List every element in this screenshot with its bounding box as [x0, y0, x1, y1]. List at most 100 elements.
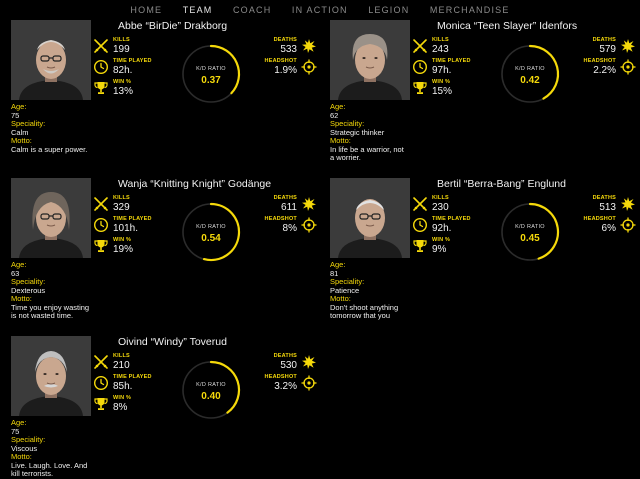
win-pct-label: WIN % — [113, 79, 132, 85]
kills-value: 243 — [432, 44, 449, 55]
time-played-label: TIME PLAYED — [432, 216, 471, 222]
nav-merchandise[interactable]: MERCHANDISE — [430, 4, 510, 16]
portrait-man-glasses — [330, 178, 410, 258]
kd-ratio-label: K/D RATIO — [196, 382, 226, 388]
crossed-swords-icon — [93, 196, 109, 212]
clock-icon — [93, 375, 109, 391]
kd-ratio-label: K/D RATIO — [515, 224, 545, 230]
motto-value: Time you enjoy wasting is not wasted tim… — [11, 302, 90, 320]
time-played-label: TIME PLAYED — [113, 374, 152, 380]
crossed-swords-icon — [93, 38, 109, 54]
player-photo — [11, 178, 91, 258]
kd-ratio-value: 0.54 — [201, 233, 221, 244]
player-name: Abbe “BirDie” Drakborg — [118, 20, 228, 32]
crosshair-icon — [301, 217, 317, 233]
headshot-label: HEADSHOT — [583, 216, 616, 222]
player-name: Monica “Teen Slayer” Idenfors — [437, 20, 578, 32]
crosshair-icon — [620, 59, 636, 75]
kd-ratio-value: 0.40 — [201, 391, 221, 402]
deaths-value: 513 — [599, 202, 616, 213]
kd-gauge-arc — [528, 44, 560, 100]
player-photo — [330, 178, 410, 258]
kd-ratio-value: 0.45 — [520, 233, 540, 244]
headshot-value: 8% — [282, 223, 297, 234]
explosion-icon — [301, 38, 317, 54]
time-played-label: TIME PLAYED — [113, 216, 152, 222]
headshot-label: HEADSHOT — [264, 216, 297, 222]
win-pct-label: WIN % — [432, 237, 451, 243]
portrait-woman-short-hair — [330, 20, 410, 100]
player-card-2: Age: 62 Speciality: Strategic thinker Mo… — [330, 20, 636, 170]
age-label: Age: — [11, 418, 27, 427]
kd-ratio-value: 0.42 — [520, 75, 540, 86]
time-played-label: TIME PLAYED — [113, 58, 152, 64]
deaths-value: 530 — [280, 360, 297, 371]
headshot-label: HEADSHOT — [583, 58, 616, 64]
crossed-swords-icon — [412, 196, 428, 212]
headshot-value: 1.9% — [274, 65, 297, 76]
deaths-label: DEATHS — [273, 37, 297, 43]
nav-team[interactable]: TEAM — [183, 4, 213, 16]
age-label: Age: — [330, 260, 346, 269]
trophy-icon — [412, 80, 428, 96]
motto-value: Don't shoot anything tomorrow that you — [330, 302, 399, 320]
player-name: Oivind “Windy” Toverud — [118, 336, 227, 348]
headshot-label: HEADSHOT — [264, 58, 297, 64]
nav-in-action[interactable]: IN ACTION — [292, 4, 348, 16]
deaths-label: DEATHS — [273, 353, 297, 359]
kd-ratio-label: K/D RATIO — [515, 66, 545, 72]
age-label: Age: — [11, 260, 27, 269]
kd-gauge-arc — [528, 202, 560, 260]
deaths-value: 611 — [281, 202, 297, 213]
trophy-icon — [412, 238, 428, 254]
age-label: Age: — [330, 102, 346, 111]
headshot-value: 6% — [601, 223, 616, 234]
crosshair-icon — [301, 375, 317, 391]
explosion-icon — [301, 354, 317, 370]
trophy-icon — [93, 396, 109, 412]
nav-coach[interactable]: COACH — [233, 4, 272, 16]
portrait-bald-man — [11, 20, 91, 100]
headshot-value: 3.2% — [274, 381, 297, 392]
clock-icon — [93, 59, 109, 75]
player-name: Wanja “Knitting Knight” Godänge — [118, 178, 272, 190]
time-played-label: TIME PLAYED — [432, 58, 471, 64]
player-info: Age: 75 Speciality: Viscous Motto: Live.… — [11, 418, 91, 479]
explosion-icon — [620, 196, 636, 212]
headshot-label: HEADSHOT — [264, 374, 297, 380]
kd-ratio-gauge — [501, 202, 560, 261]
kd-gauge-arc — [202, 202, 241, 262]
trophy-icon — [93, 80, 109, 96]
time-played-value: 85h. — [113, 381, 133, 392]
nav-home[interactable]: HOME — [130, 4, 162, 16]
headshot-value: 2.2% — [593, 65, 616, 76]
crosshair-icon — [301, 59, 317, 75]
win-pct-label: WIN % — [113, 395, 132, 401]
kd-ratio-label: K/D RATIO — [196, 66, 226, 72]
win-pct-value: 19% — [113, 244, 134, 255]
crossed-swords-icon — [93, 354, 109, 370]
crosshair-icon — [620, 217, 636, 233]
nav-legion[interactable]: LEGION — [368, 4, 409, 16]
player-name: Bertil “Berra-Bang” Englund — [437, 178, 566, 190]
motto-value: Calm is a super power. — [11, 144, 88, 154]
clock-icon — [93, 217, 109, 233]
kd-ratio-value: 0.37 — [201, 75, 221, 86]
clock-icon — [412, 59, 428, 75]
win-pct-value: 9% — [432, 244, 447, 255]
main-nav: HOME TEAM COACH IN ACTION LEGION MERCHAN… — [0, 0, 640, 16]
player-photo — [330, 20, 410, 100]
kills-value: 329 — [113, 202, 130, 213]
kd-ratio-gauge — [501, 44, 560, 103]
player-info: Age: 81 Speciality: Patience Motto: Don'… — [330, 260, 410, 321]
win-pct-value: 8% — [113, 402, 128, 413]
kills-label: KILLS — [432, 37, 449, 43]
kd-ratio-gauge — [182, 202, 241, 262]
kills-label: KILLS — [432, 195, 449, 201]
deaths-label: DEATHS — [592, 195, 616, 201]
player-card-4: Age: 81 Speciality: Patience Motto: Don'… — [330, 178, 636, 328]
player-photo — [11, 336, 91, 416]
kd-ratio-label: K/D RATIO — [196, 224, 226, 230]
age-label: Age: — [11, 102, 27, 111]
clock-icon — [412, 217, 428, 233]
